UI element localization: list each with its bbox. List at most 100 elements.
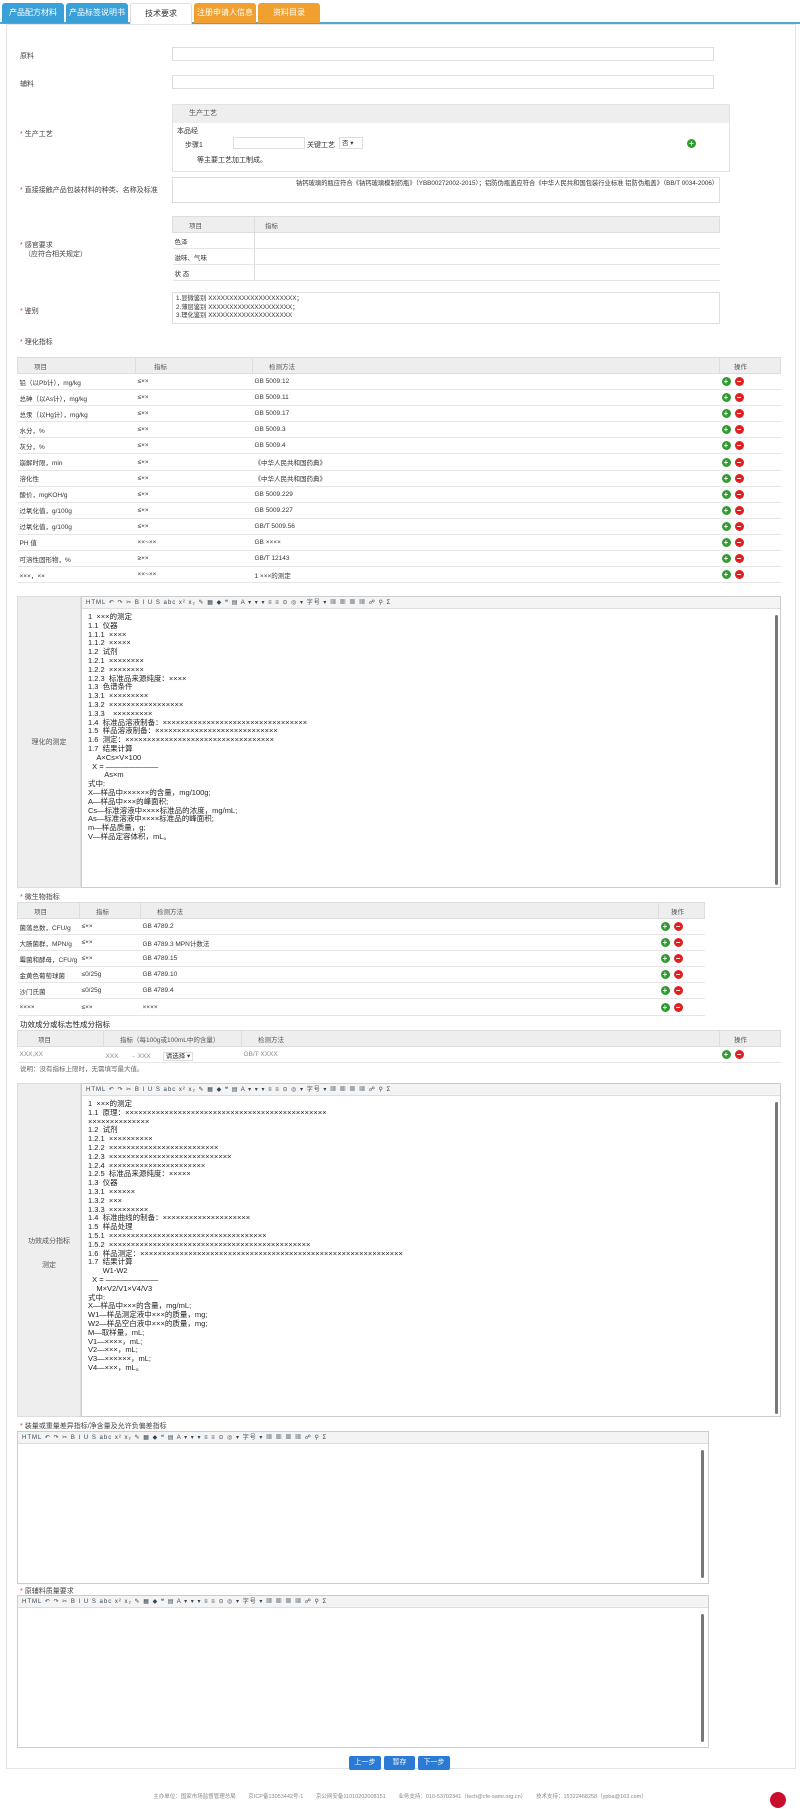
editor-toolbar[interactable]: HTML ↶ ↷ ✂ B I U S abc x² x₂ ✎ ▦ ◆ ❝ ▤ A… [18,1432,708,1444]
remove-row-button[interactable]: − [673,938,683,948]
phys-cell[interactable]: 总砷（以As计），mg/kg [17,389,136,407]
phys-cell[interactable]: ××~×× [135,566,253,584]
func-min-input[interactable]: XXX [106,1053,119,1060]
micro-cell[interactable]: GB 4789.2 [140,918,659,936]
editor-content[interactable]: 1 ×××的测定 1.1 仪器 1.1.1 ×××× 1.1.2 ××××× 1… [82,609,780,846]
sensory-value-cell[interactable] [254,248,720,266]
add-row-button[interactable]: + [721,505,731,515]
func-item-cell[interactable]: XXX,XX [17,1046,104,1064]
phys-cell[interactable]: ≤×× [135,470,253,487]
add-row-button[interactable]: + [660,1002,670,1012]
phys-cell[interactable]: 1 ×××的测定 [252,566,720,584]
add-row-button[interactable]: + [721,570,731,580]
remove-row-button[interactable]: − [734,554,744,564]
next-button[interactable]: 下一步 [418,1756,450,1770]
phys-cell[interactable]: ≤×× [135,502,253,519]
add-row-button[interactable]: + [721,554,731,564]
add-row-button[interactable]: + [721,457,731,467]
tab-label[interactable]: 产品标签说明书 [66,3,128,23]
add-row-button[interactable]: + [721,409,731,419]
add-row-button[interactable]: + [721,393,731,403]
micro-cell[interactable]: GB 4789.4 [140,982,659,1000]
micro-cell[interactable]: ≤×× [79,950,141,968]
phys-test-editor[interactable]: HTML ↶ ↷ ✂ B I U S abc x² x₂ ✎ ▦ ◆ ❝ ▤ A… [81,596,781,888]
phys-cell[interactable]: ≤×× [135,453,253,471]
raw-material-input[interactable] [172,47,714,61]
remove-row-button[interactable]: − [734,505,744,515]
remove-row-button[interactable]: − [734,441,744,451]
add-row-button[interactable]: + [721,441,731,451]
editor-toolbar[interactable]: HTML ↶ ↷ ✂ B I U S abc x² x₂ ✎ ▦ ◆ ❝ ▤ A… [18,1596,708,1608]
remove-row-button[interactable]: − [734,473,744,483]
sensory-value-cell[interactable] [254,264,720,282]
micro-cell[interactable]: GB 4789.10 [140,966,659,984]
phys-cell[interactable]: GB/T 12143 [252,550,720,568]
add-row-button[interactable]: + [721,537,731,547]
add-row-button[interactable]: + [660,970,670,980]
phys-cell[interactable]: 崩解时限，min [17,453,136,471]
phys-cell[interactable]: PH 值 [17,534,136,552]
phys-cell[interactable]: 水分，% [17,421,136,439]
tab-applicant[interactable]: 注册申请人信息 [194,3,256,23]
func-method-cell[interactable]: GB/T XXXX [241,1046,720,1064]
phys-cell[interactable]: ≤×× [135,486,253,503]
remove-row-button[interactable]: − [673,970,683,980]
micro-cell[interactable]: ×××× [17,998,80,1016]
editor-content[interactable]: 1 ×××的测定 1.1 原理：××××××××××××××××××××××××… [82,1096,780,1377]
remove-row-button[interactable]: − [734,425,744,435]
add-row-button[interactable]: + [660,922,670,932]
phys-cell[interactable]: 灰分，% [17,437,136,455]
footer-psb[interactable]: 京公网安备11010202008151 [316,1794,386,1800]
editor-scrollbar[interactable] [775,615,778,885]
step-input[interactable] [233,137,305,149]
remove-row-button[interactable]: − [673,922,683,932]
phys-cell[interactable]: GB 5009.4 [252,437,720,455]
phys-cell[interactable]: 可溶性固形物，% [17,550,136,568]
auxiliary-input[interactable] [172,75,714,89]
func-max-input[interactable]: XXX [138,1053,151,1060]
prev-button[interactable]: 上一步 [349,1756,381,1770]
editor-toolbar[interactable]: HTML ↶ ↷ ✂ B I U S abc x² x₂ ✎ ▦ ◆ ❝ ▤ A… [82,1084,780,1096]
remove-row-button[interactable]: − [734,409,744,419]
func-unit-select[interactable]: 请选择 ▾ [162,1051,194,1061]
micro-cell[interactable]: 沙门氏菌 [17,982,80,1000]
micro-cell[interactable]: 菌落总数，CFU/g [17,918,80,936]
phys-cell[interactable]: 过氧化值，g/100g [17,502,136,519]
sensory-value-cell[interactable] [254,232,720,250]
phys-cell[interactable]: ×××，×× [17,566,136,584]
phys-cell[interactable]: GB 5009.229 [252,486,720,503]
phys-cell[interactable]: ≤×× [135,373,253,391]
remove-row-button[interactable]: − [673,1002,683,1012]
phys-cell[interactable]: GB 5009.11 [252,389,720,407]
packaging-textarea[interactable]: 钠钙玻璃的瓶应符合《钠钙玻璃模制药瓶》（YBB00272002-2015）；铝防… [172,177,720,203]
phys-cell[interactable]: GB 5009.17 [252,405,720,423]
phys-cell[interactable]: ≥×× [135,550,253,568]
material-quality-editor[interactable]: HTML ↶ ↷ ✂ B I U S abc x² x₂ ✎ ▦ ◆ ❝ ▤ A… [17,1595,709,1748]
phys-cell[interactable]: GB 5009.227 [252,502,720,519]
tab-catalog[interactable]: 资料目录 [258,3,320,23]
weight-editor[interactable]: HTML ↶ ↷ ✂ B I U S abc x² x₂ ✎ ▦ ◆ ❝ ▤ A… [17,1431,709,1584]
add-row-button[interactable]: + [721,521,731,531]
micro-cell[interactable]: ≤×× [79,934,141,952]
add-row-button[interactable]: + [721,473,731,483]
remove-row-button[interactable]: − [734,457,744,467]
micro-cell[interactable]: ≤0/25g [79,966,141,984]
micro-cell[interactable]: GB 4789.3 MPN计数法 [140,934,659,952]
editor-scrollbar[interactable] [775,1102,778,1414]
identify-textarea[interactable]: 1.显微鉴别 XXXXXXXXXXXXXXXXXXXXX； 2.薄层鉴别 XXX… [172,292,720,324]
remove-row-button[interactable]: − [734,489,744,499]
remove-row-button[interactable]: − [734,537,744,547]
editor-toolbar[interactable]: HTML ↶ ↷ ✂ B I U S abc x² x₂ ✎ ▦ ◆ ❝ ▤ A… [82,597,780,609]
phys-cell[interactable]: 溶化性 [17,470,136,487]
remove-row-button[interactable]: − [734,521,744,531]
phys-cell[interactable]: GB ×××× [252,534,720,552]
editor-scrollbar[interactable] [701,1450,704,1578]
add-row-button[interactable]: + [721,377,731,387]
add-row-button[interactable]: + [660,986,670,996]
add-row-button[interactable]: + [721,489,731,499]
phys-cell[interactable]: 《中华人民共和国药典》 [252,453,720,471]
micro-cell[interactable]: ≤×× [79,918,141,936]
phys-cell[interactable]: GB 5009.3 [252,421,720,439]
phys-cell[interactable]: ××~×× [135,534,253,552]
remove-row-button[interactable]: − [734,1050,744,1060]
